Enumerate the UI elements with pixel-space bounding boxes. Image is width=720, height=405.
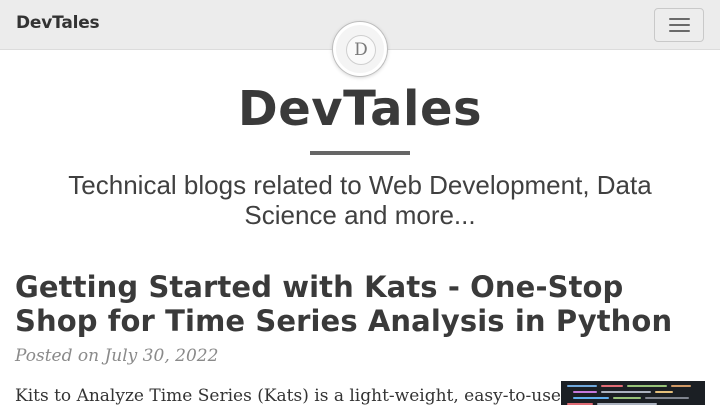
post-title-link[interactable]: Getting Started with Kats - One-Stop Sho… <box>15 270 705 338</box>
code-line <box>613 397 641 399</box>
site-title: DevTales <box>237 81 483 137</box>
code-line <box>627 385 667 387</box>
post-thumbnail[interactable] <box>561 381 705 405</box>
code-line <box>601 385 623 387</box>
avatar-letter: D <box>346 35 376 65</box>
header-divider <box>310 151 410 155</box>
navbar-brand[interactable]: DevTales <box>16 13 100 33</box>
code-line <box>601 391 651 393</box>
code-line <box>645 397 689 399</box>
code-line <box>671 385 691 387</box>
menu-toggle-button[interactable] <box>654 8 704 42</box>
post-excerpt: Kits to Analyze Time Series (Kats) is a … <box>15 386 567 405</box>
code-line <box>573 397 609 399</box>
code-line <box>573 391 597 393</box>
avatar[interactable]: D <box>333 22 387 76</box>
code-line <box>567 385 597 387</box>
site-tagline: Technical blogs related to Web Developme… <box>68 170 652 230</box>
code-line <box>655 391 673 393</box>
post-date: Posted on July 30, 2022 <box>15 346 219 366</box>
